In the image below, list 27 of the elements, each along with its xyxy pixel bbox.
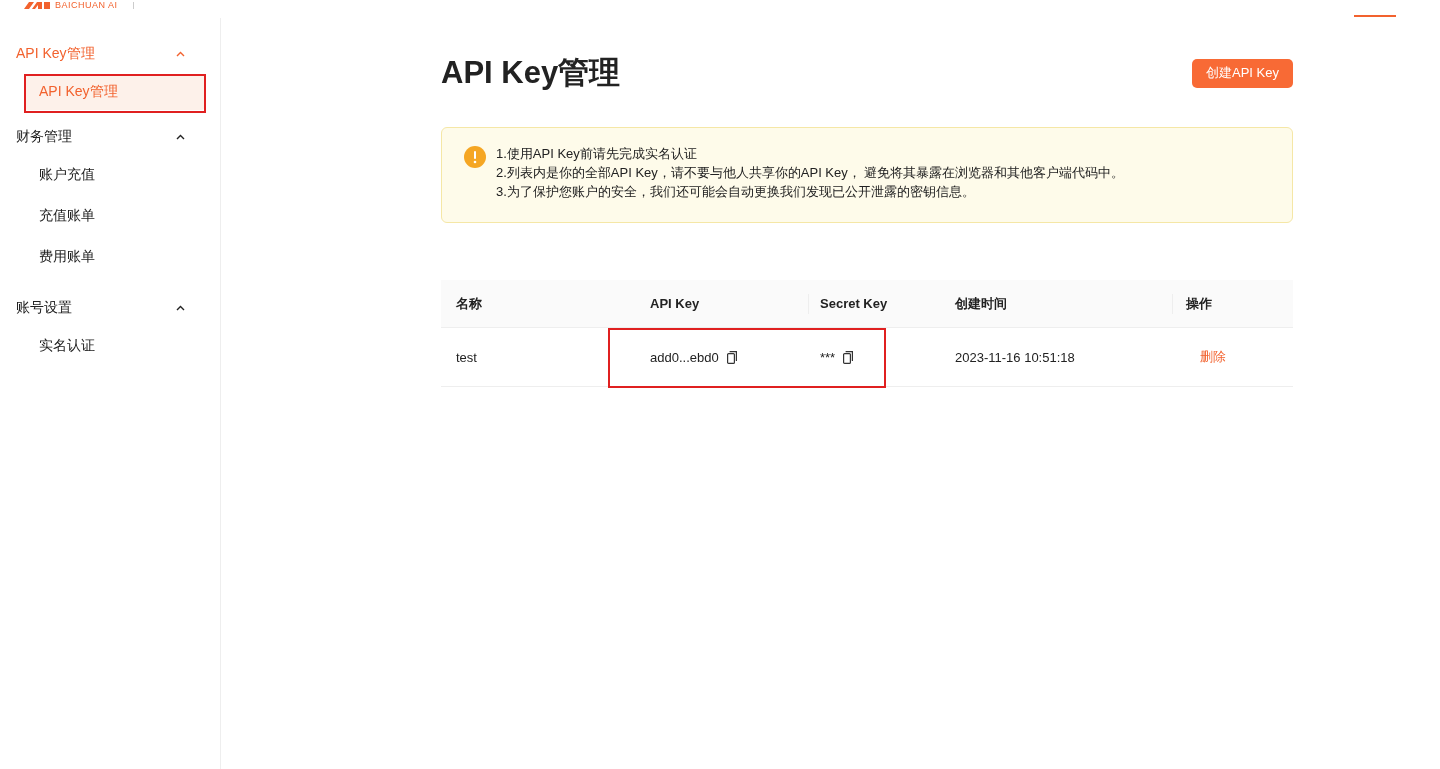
notice-text: 1.使用API Key前请先完成实名认证 <box>496 146 698 162</box>
sidebar-group[interactable]: 账号设置 <box>0 290 205 326</box>
column-header: 名称 <box>456 294 482 313</box>
logo-icon <box>24 1 50 9</box>
copy-icon[interactable] <box>843 350 854 364</box>
table-cell: *** <box>820 349 836 365</box>
notice-text: 2.列表内是你的全部API Key，请不要与他人共享你的API Key， 避免将其暴露在浏览器和其他客户端代码中。 <box>496 165 1125 181</box>
sidebar-item[interactable]: 实名认证 <box>24 328 205 364</box>
sidebar-item[interactable]: 费用账单 <box>24 239 205 275</box>
page-title: API Key管理 <box>441 54 621 92</box>
column-header: 创建时间 <box>955 294 1007 313</box>
column-header: API Key <box>650 296 700 311</box>
logo-text: BAICHUAN AI <box>55 0 118 10</box>
table-cell: test <box>456 349 477 365</box>
warning-icon <box>464 146 486 168</box>
sidebar-group[interactable]: 财务管理 <box>0 119 205 155</box>
chevron-up-icon <box>176 305 185 311</box>
table-cell: add0...ebd0 <box>650 349 719 365</box>
sidebar-item[interactable]: 账户充值 <box>24 157 205 193</box>
column-header: 操作 <box>1186 294 1212 313</box>
chevron-up-icon <box>176 134 185 140</box>
copy-icon[interactable] <box>726 350 737 364</box>
sidebar-item[interactable]: 充值账单 <box>24 198 205 234</box>
notice-text: 3.为了保护您账户的安全，我们还可能会自动更换我们发现已公开泄露的密钥信息。 <box>496 184 976 200</box>
table-cell: 2023-11-16 10:51:18 <box>955 349 1075 365</box>
column-header: Secret Key <box>820 296 888 311</box>
chevron-up-icon <box>176 51 185 57</box>
